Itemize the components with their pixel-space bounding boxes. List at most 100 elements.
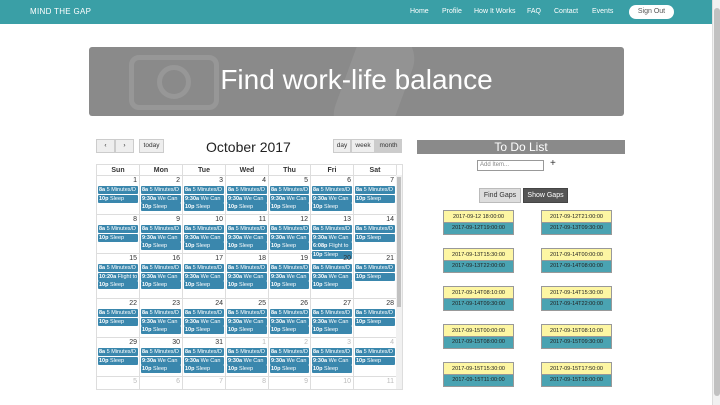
calendar-event[interactable]: 9:30a We Can bbox=[184, 233, 224, 242]
calendar-event[interactable]: 8a 5 Minutes/D bbox=[355, 309, 395, 317]
calendar-event[interactable]: 10p Sleep bbox=[98, 281, 138, 289]
calendar-event[interactable]: 10p Sleep bbox=[227, 326, 267, 334]
calendar-day-cell[interactable]: 10 8a 5 Minutes/D 9:30a We Can 10p Sleep bbox=[183, 215, 226, 253]
calendar-day-cell[interactable]: 6 8a 5 Minutes/D 9:30a We Can 10p Sleep bbox=[311, 176, 354, 214]
calendar-day-cell[interactable]: 21 8a 5 Minutes/D 10p Sleep bbox=[354, 254, 397, 298]
calendar-day-cell[interactable]: 20 8a 5 Minutes/D 9:30a We Can 10p Sleep bbox=[311, 254, 354, 298]
calendar-event[interactable]: 8a 5 Minutes/D bbox=[98, 186, 138, 194]
sign-out-button[interactable]: Sign Out bbox=[629, 5, 674, 19]
day-number[interactable]: 10 bbox=[343, 378, 351, 385]
calendar-event[interactable]: 8a 5 Minutes/D bbox=[270, 225, 309, 233]
calendar-event[interactable]: 8a 5 Minutes/D bbox=[141, 225, 181, 233]
gap-card[interactable]: 2017-09-14T08:10:00 2017-09-14T09:30:00 bbox=[443, 286, 514, 311]
day-number[interactable]: 2 bbox=[304, 339, 308, 346]
calendar-scrollbar[interactable] bbox=[396, 175, 402, 389]
calendar-event[interactable]: 10p Sleep bbox=[227, 203, 267, 211]
day-number[interactable]: 25 bbox=[258, 300, 266, 307]
day-number[interactable]: 2 bbox=[176, 177, 180, 184]
calendar-day-cell[interactable]: 9 8a 5 Minutes/D 9:30a We Can 10p Sleep bbox=[140, 215, 183, 253]
day-number[interactable]: 5 bbox=[133, 378, 137, 385]
day-number[interactable]: 10 bbox=[215, 216, 223, 223]
calendar-event[interactable]: 10p Sleep bbox=[312, 365, 352, 373]
calendar-event[interactable]: 10p Sleep bbox=[98, 317, 138, 326]
calendar-event[interactable]: 9:30a We Can bbox=[184, 272, 224, 281]
calendar-next-button[interactable]: › bbox=[115, 139, 134, 153]
gap-card[interactable]: 2017-09-15T00:00:00 2017-09-15T08:00:00 bbox=[443, 324, 514, 349]
calendar-event[interactable]: 10p Sleep bbox=[270, 203, 309, 211]
day-number[interactable]: 9 bbox=[176, 216, 180, 223]
calendar-event[interactable]: 10p Sleep bbox=[98, 194, 138, 203]
calendar-event[interactable]: 9:30a We Can bbox=[227, 272, 267, 281]
calendar-day-cell[interactable]: 7 8a 5 Minutes/D 10p Sleep bbox=[354, 176, 397, 214]
calendar-day-cell[interactable]: 12 8a 5 Minutes/D 9:30a We Can 10p Sleep bbox=[269, 215, 311, 253]
calendar-event[interactable]: 8a 5 Minutes/D bbox=[312, 186, 352, 194]
calendar-day-cell[interactable]: 23 8a 5 Minutes/D 9:30a We Can 10p Sleep bbox=[140, 299, 183, 337]
calendar-event[interactable]: 8a 5 Minutes/D bbox=[312, 225, 352, 233]
calendar-day-cell[interactable]: 26 8a 5 Minutes/D 9:30a We Can 10p Sleep bbox=[269, 299, 311, 337]
calendar-event[interactable]: 9:30a We Can bbox=[184, 356, 224, 365]
day-number[interactable]: 11 bbox=[259, 216, 266, 223]
calendar-day-cell[interactable]: 11 8a 5 Minutes/D 9:30a We Can 10p Sleep bbox=[226, 215, 269, 253]
calendar-day-cell[interactable]: 17 8a 5 Minutes/D 9:30a We Can 10p Sleep bbox=[183, 254, 226, 298]
calendar-day-cell[interactable]: 7 bbox=[183, 377, 226, 389]
calendar-day-cell[interactable]: 22 8a 5 Minutes/D 10p Sleep bbox=[97, 299, 140, 337]
calendar-event[interactable]: 9:30a We Can bbox=[227, 356, 267, 365]
calendar-day-cell[interactable]: 2 8a 5 Minutes/D 9:30a We Can 10p Sleep bbox=[269, 338, 311, 376]
nav-how-it-works[interactable]: How It Works bbox=[474, 8, 516, 15]
calendar-day-cell[interactable]: 28 8a 5 Minutes/D 10p Sleep bbox=[354, 299, 397, 337]
gap-card[interactable]: 2017-09-14T15:30:00 2017-09-14T22:00:00 bbox=[541, 286, 612, 311]
calendar-event[interactable]: 10p Sleep bbox=[141, 242, 181, 250]
calendar-day-cell[interactable]: 1 8a 5 Minutes/D 10p Sleep bbox=[97, 176, 140, 214]
calendar-event[interactable]: 8a 5 Minutes/D bbox=[312, 309, 352, 317]
day-number[interactable]: 17 bbox=[215, 255, 223, 262]
calendar-day-cell[interactable]: 4 8a 5 Minutes/D 10p Sleep bbox=[354, 338, 397, 376]
calendar-event[interactable]: 10p Sleep bbox=[141, 326, 181, 334]
calendar-event[interactable]: 8a 5 Minutes/D bbox=[98, 309, 138, 317]
view-day-button[interactable]: day bbox=[333, 139, 351, 153]
calendar-day-cell[interactable]: 1 8a 5 Minutes/D 9:30a We Can 10p Sleep bbox=[226, 338, 269, 376]
calendar-day-cell[interactable]: 25 8a 5 Minutes/D 9:30a We Can 10p Sleep bbox=[226, 299, 269, 337]
calendar-event[interactable]: 6:08p Flight to bbox=[312, 242, 352, 250]
calendar-event[interactable]: 8a 5 Minutes/D bbox=[184, 348, 224, 356]
find-gaps-button[interactable]: Find Gaps bbox=[479, 188, 521, 203]
day-number[interactable]: 19 bbox=[300, 255, 308, 262]
plus-icon[interactable]: + bbox=[550, 158, 556, 169]
day-number[interactable]: 8 bbox=[262, 378, 266, 385]
calendar-event[interactable]: 10p Sleep bbox=[227, 281, 267, 289]
calendar-event[interactable]: 10p Sleep bbox=[184, 242, 224, 250]
calendar-event[interactable]: 10p Sleep bbox=[227, 365, 267, 373]
calendar-event[interactable]: 9:30a We Can bbox=[270, 272, 309, 281]
calendar-event[interactable]: 8a 5 Minutes/D bbox=[227, 264, 267, 272]
nav-profile[interactable]: Profile bbox=[442, 8, 462, 15]
calendar-event[interactable]: 8a 5 Minutes/D bbox=[312, 264, 352, 272]
nav-home[interactable]: Home bbox=[410, 8, 429, 15]
calendar-day-cell[interactable]: 19 8a 5 Minutes/D 9:30a We Can 10p Sleep bbox=[269, 254, 311, 298]
gap-card[interactable]: 2017-09-13T15:30:00 2017-09-13T22:00:00 bbox=[443, 248, 514, 273]
calendar-event[interactable]: 8a 5 Minutes/D bbox=[270, 264, 309, 272]
calendar-event[interactable]: 8a 5 Minutes/D bbox=[355, 264, 395, 272]
calendar-day-cell[interactable]: 18 8a 5 Minutes/D 9:30a We Can 10p Sleep bbox=[226, 254, 269, 298]
calendar-scrollbar-thumb[interactable] bbox=[397, 177, 401, 307]
day-number[interactable]: 15 bbox=[129, 255, 137, 262]
calendar-event[interactable]: 10p Sleep bbox=[355, 317, 395, 326]
calendar-event[interactable]: 9:30a We Can bbox=[184, 317, 224, 326]
calendar-event[interactable]: 10p Sleep bbox=[270, 242, 309, 250]
nav-events[interactable]: Events bbox=[592, 8, 613, 15]
calendar-event[interactable]: 9:30a We Can bbox=[141, 233, 181, 242]
calendar-event[interactable]: 9:30a We Can bbox=[312, 194, 352, 203]
calendar-event[interactable]: 10p Sleep bbox=[184, 203, 224, 211]
calendar-event[interactable]: 9:30a We Can bbox=[227, 317, 267, 326]
calendar-today-button[interactable]: today bbox=[139, 139, 164, 153]
day-number[interactable]: 26 bbox=[300, 300, 308, 307]
calendar-day-cell[interactable]: 11 bbox=[354, 377, 397, 389]
calendar-day-cell[interactable]: 30 8a 5 Minutes/D 9:30a We Can 10p Sleep bbox=[140, 338, 183, 376]
calendar-event[interactable]: 8a 5 Minutes/D bbox=[227, 225, 267, 233]
calendar-event[interactable]: 10p Sleep bbox=[98, 233, 138, 242]
gap-card[interactable]: 2017-09-12T21:00:00 2017-09-13T09:30:00 bbox=[541, 210, 612, 235]
calendar-event[interactable]: 9:30a We Can bbox=[270, 194, 309, 203]
calendar-day-cell[interactable]: 6 bbox=[140, 377, 183, 389]
calendar-day-cell[interactable]: 8 bbox=[226, 377, 269, 389]
calendar-event[interactable]: 8a 5 Minutes/D bbox=[98, 225, 138, 233]
calendar-event[interactable]: 8a 5 Minutes/D bbox=[312, 348, 352, 356]
nav-faq[interactable]: FAQ bbox=[527, 8, 541, 15]
